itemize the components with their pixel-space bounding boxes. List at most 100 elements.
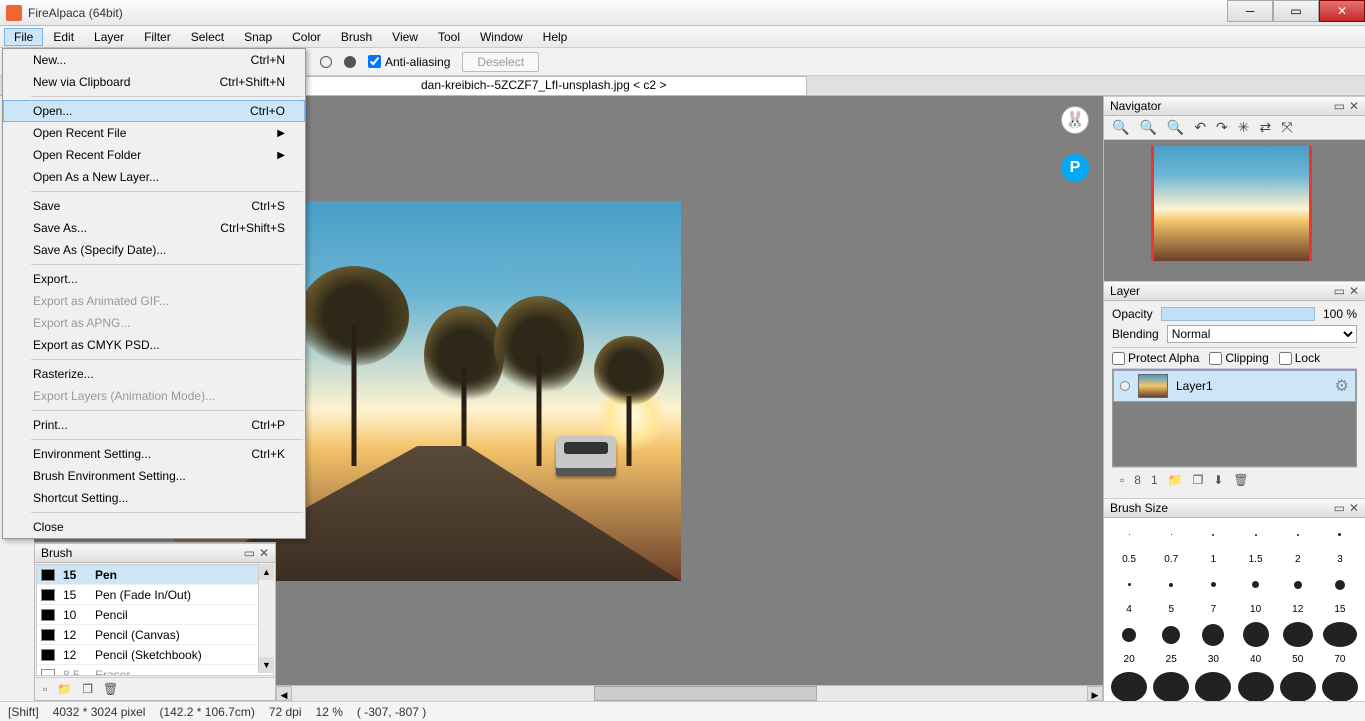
- brush-size-dot[interactable]: [1277, 672, 1319, 701]
- menu-filter[interactable]: Filter: [134, 28, 181, 46]
- delete-layer-icon[interactable]: 🗑: [1233, 473, 1248, 487]
- menu-item-export-as-cmyk-psd[interactable]: Export as CMYK PSD...: [3, 334, 305, 356]
- layer-item[interactable]: Layer1 ⚙: [1113, 370, 1356, 402]
- brush-size-dot[interactable]: [1192, 672, 1234, 701]
- scroll-down-icon[interactable]: ▼: [259, 657, 274, 673]
- pixiv-icon[interactable]: P: [1061, 154, 1089, 182]
- close-panel-icon[interactable]: ✕: [1349, 99, 1359, 113]
- menu-item-new-via-clipboard[interactable]: New via ClipboardCtrl+Shift+N: [3, 71, 305, 93]
- undock-icon[interactable]: ▭: [244, 546, 255, 560]
- brush-size-dot[interactable]: [1150, 572, 1192, 597]
- close-panel-icon[interactable]: ✕: [259, 546, 269, 560]
- scrollbar-thumb[interactable]: [594, 686, 817, 701]
- menu-item-save-as[interactable]: Save As...Ctrl+Shift+S: [3, 217, 305, 239]
- brush-size-dot[interactable]: [1319, 672, 1361, 701]
- reset-rotation-icon[interactable]: ✳: [1238, 119, 1250, 136]
- selection-mode-fill-icon[interactable]: [344, 56, 356, 68]
- blending-select[interactable]: Normal: [1167, 325, 1357, 343]
- delete-brush-icon[interactable]: 🗑: [103, 682, 118, 696]
- new-layer-icon[interactable]: ▫: [1120, 473, 1124, 487]
- layer-visibility-icon[interactable]: [1120, 381, 1130, 391]
- menu-item-environment-setting[interactable]: Environment Setting...Ctrl+K: [3, 443, 305, 465]
- menu-view[interactable]: View: [382, 28, 428, 46]
- antialias-checkbox[interactable]: Anti-aliasing: [368, 55, 450, 69]
- deselect-button[interactable]: Deselect: [462, 52, 539, 72]
- brush-size-dot[interactable]: [1319, 572, 1361, 597]
- menu-color[interactable]: Color: [282, 28, 331, 46]
- duplicate-brush-icon[interactable]: ❐: [82, 682, 93, 696]
- brush-item[interactable]: 8.5Eraser⚙: [37, 665, 273, 676]
- zoom-in-icon[interactable]: 🔍: [1112, 119, 1129, 136]
- zoom-out-icon[interactable]: 🔍: [1139, 119, 1156, 136]
- menu-help[interactable]: Help: [533, 28, 578, 46]
- menu-select[interactable]: Select: [181, 28, 234, 46]
- mascot-icon[interactable]: 🐰: [1061, 106, 1089, 134]
- document-tab[interactable]: dan-kreibich--5ZCZF7_LfI-unsplash.jpg < …: [280, 76, 807, 95]
- menu-brush[interactable]: Brush: [331, 28, 382, 46]
- new-8bit-layer-icon[interactable]: 8: [1134, 473, 1141, 487]
- protect-alpha-checkbox[interactable]: Protect Alpha: [1112, 351, 1199, 365]
- brush-size-dot[interactable]: [1192, 622, 1234, 647]
- brush-size-dot[interactable]: [1108, 522, 1150, 547]
- menu-item-brush-environment-setting[interactable]: Brush Environment Setting...: [3, 465, 305, 487]
- navigator-panel-header[interactable]: Navigator ▭✕: [1104, 96, 1365, 116]
- brushsize-panel-header[interactable]: Brush Size ▭✕: [1104, 498, 1365, 518]
- opacity-slider[interactable]: [1161, 307, 1315, 321]
- undock-icon[interactable]: ▭: [1334, 284, 1345, 298]
- menu-item-open-recent-folder[interactable]: Open Recent Folder▶: [3, 144, 305, 166]
- menu-item-export[interactable]: Export...: [3, 268, 305, 290]
- new-1bit-layer-icon[interactable]: 1: [1151, 473, 1158, 487]
- brush-size-dot[interactable]: [1108, 572, 1150, 597]
- undock-icon[interactable]: ▭: [1334, 99, 1345, 113]
- menu-item-rasterize[interactable]: Rasterize...: [3, 363, 305, 385]
- menu-item-save[interactable]: SaveCtrl+S: [3, 195, 305, 217]
- menu-item-open-recent-file[interactable]: Open Recent File▶: [3, 122, 305, 144]
- brush-size-dot[interactable]: [1235, 622, 1277, 647]
- menu-layer[interactable]: Layer: [84, 28, 134, 46]
- brush-size-dot[interactable]: [1235, 522, 1277, 547]
- brush-size-dot[interactable]: [1277, 572, 1319, 597]
- brush-size-dot[interactable]: [1192, 522, 1234, 547]
- menu-item-save-as-specify-date[interactable]: Save As (Specify Date)...: [3, 239, 305, 261]
- brush-size-dot[interactable]: [1319, 622, 1361, 647]
- menu-snap[interactable]: Snap: [234, 28, 282, 46]
- close-button[interactable]: ✕: [1319, 0, 1365, 22]
- brush-item[interactable]: 15Pen (Fade In/Out)⚙: [37, 585, 273, 605]
- brush-size-dot[interactable]: [1150, 672, 1192, 701]
- brush-size-dot[interactable]: [1108, 672, 1150, 701]
- scroll-left-icon[interactable]: ◀: [276, 686, 292, 701]
- close-panel-icon[interactable]: ✕: [1349, 284, 1359, 298]
- menu-file[interactable]: File: [4, 28, 43, 46]
- brush-size-dot[interactable]: [1235, 572, 1277, 597]
- zoom-fit-icon[interactable]: 🔍: [1167, 119, 1184, 136]
- menu-item-shortcut-setting[interactable]: Shortcut Setting...: [3, 487, 305, 509]
- brush-size-dot[interactable]: [1319, 522, 1361, 547]
- menu-item-open-as-a-new-layer[interactable]: Open As a New Layer...: [3, 166, 305, 188]
- close-panel-icon[interactable]: ✕: [1349, 501, 1359, 515]
- clipping-checkbox[interactable]: Clipping: [1209, 351, 1268, 365]
- brush-item[interactable]: 15Pen⚙: [37, 565, 273, 585]
- selection-mode-outline-icon[interactable]: [320, 56, 332, 68]
- brush-size-dot[interactable]: [1108, 622, 1150, 647]
- brush-item[interactable]: 10Pencil⚙: [37, 605, 273, 625]
- menu-edit[interactable]: Edit: [43, 28, 84, 46]
- flip-both-icon[interactable]: ⤧: [1281, 119, 1292, 136]
- flip-h-icon[interactable]: ⇄: [1260, 119, 1272, 136]
- menu-item-open[interactable]: Open...Ctrl+O: [3, 100, 305, 122]
- menu-tool[interactable]: Tool: [428, 28, 470, 46]
- undock-icon[interactable]: ▭: [1334, 501, 1345, 515]
- gear-icon[interactable]: ⚙: [1335, 376, 1349, 396]
- menu-window[interactable]: Window: [470, 28, 533, 46]
- brush-size-dot[interactable]: [1150, 522, 1192, 547]
- maximize-button[interactable]: ▭: [1273, 0, 1319, 22]
- menu-item-close[interactable]: Close: [3, 516, 305, 538]
- brush-size-dot[interactable]: [1192, 572, 1234, 597]
- rotate-right-icon[interactable]: ↷: [1216, 119, 1228, 136]
- brush-size-dot[interactable]: [1277, 622, 1319, 647]
- scroll-right-icon[interactable]: ▶: [1087, 686, 1103, 701]
- new-brush-icon[interactable]: ▫: [43, 682, 47, 696]
- navigator-thumbnail[interactable]: [1154, 146, 1309, 261]
- merge-down-icon[interactable]: ⬇: [1213, 473, 1223, 487]
- new-folder-icon[interactable]: 📁: [1168, 473, 1183, 487]
- scroll-up-icon[interactable]: ▲: [259, 564, 274, 580]
